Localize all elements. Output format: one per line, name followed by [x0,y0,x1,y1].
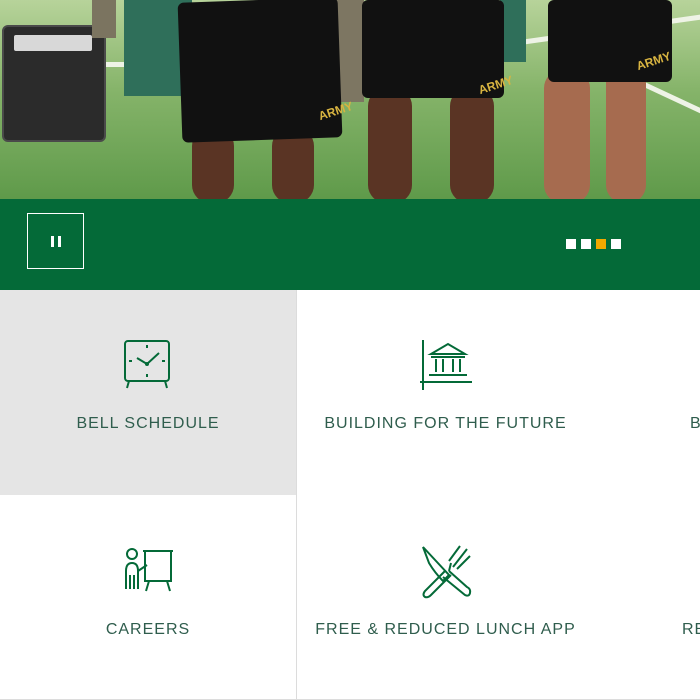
quick-link-partial[interactable]: RE [594,495,700,700]
hero-image: ARMY ARMY ARMY [0,0,700,199]
quick-links-grid: BELL SCHEDULE BUILDING FOR THE FUTURE B [0,290,700,700]
building-icon [420,340,472,390]
clock-icon [124,340,170,389]
slideshow-control-bar [0,199,700,290]
quick-link-careers[interactable]: CAREERS [0,495,297,700]
presentation-icon [125,548,173,592]
tile-label: BELL SCHEDULE [76,415,220,432]
person-leg [368,88,412,199]
tile-label: RE [682,621,700,638]
slide-dot[interactable] [566,239,576,249]
slide-dot-active[interactable] [596,239,606,249]
speaker-box [2,25,106,142]
slide-dot[interactable] [611,239,621,249]
tile-label: BUILDING FOR THE FUTURE [324,415,567,432]
background-person [92,0,116,38]
slide-dot[interactable] [581,239,591,249]
tile-label: FREE & REDUCED LUNCH APP [315,621,576,638]
person-leg [450,88,494,199]
person-shorts [548,0,672,82]
person-leg [544,70,590,199]
utensils-icon [422,545,472,599]
person-shorts [177,0,343,143]
tile-label: B [690,415,700,433]
pause-button[interactable] [27,213,84,269]
tile-label: CAREERS [105,621,191,638]
quick-link-building-for-the-future[interactable]: BUILDING FOR THE FUTURE [297,290,595,496]
quick-link-partial[interactable]: B [594,290,700,496]
quick-link-free-reduced-lunch-app[interactable]: FREE & REDUCED LUNCH APP [297,495,595,700]
quick-link-bell-schedule[interactable]: BELL SCHEDULE [0,290,297,496]
turf-line [638,80,700,136]
